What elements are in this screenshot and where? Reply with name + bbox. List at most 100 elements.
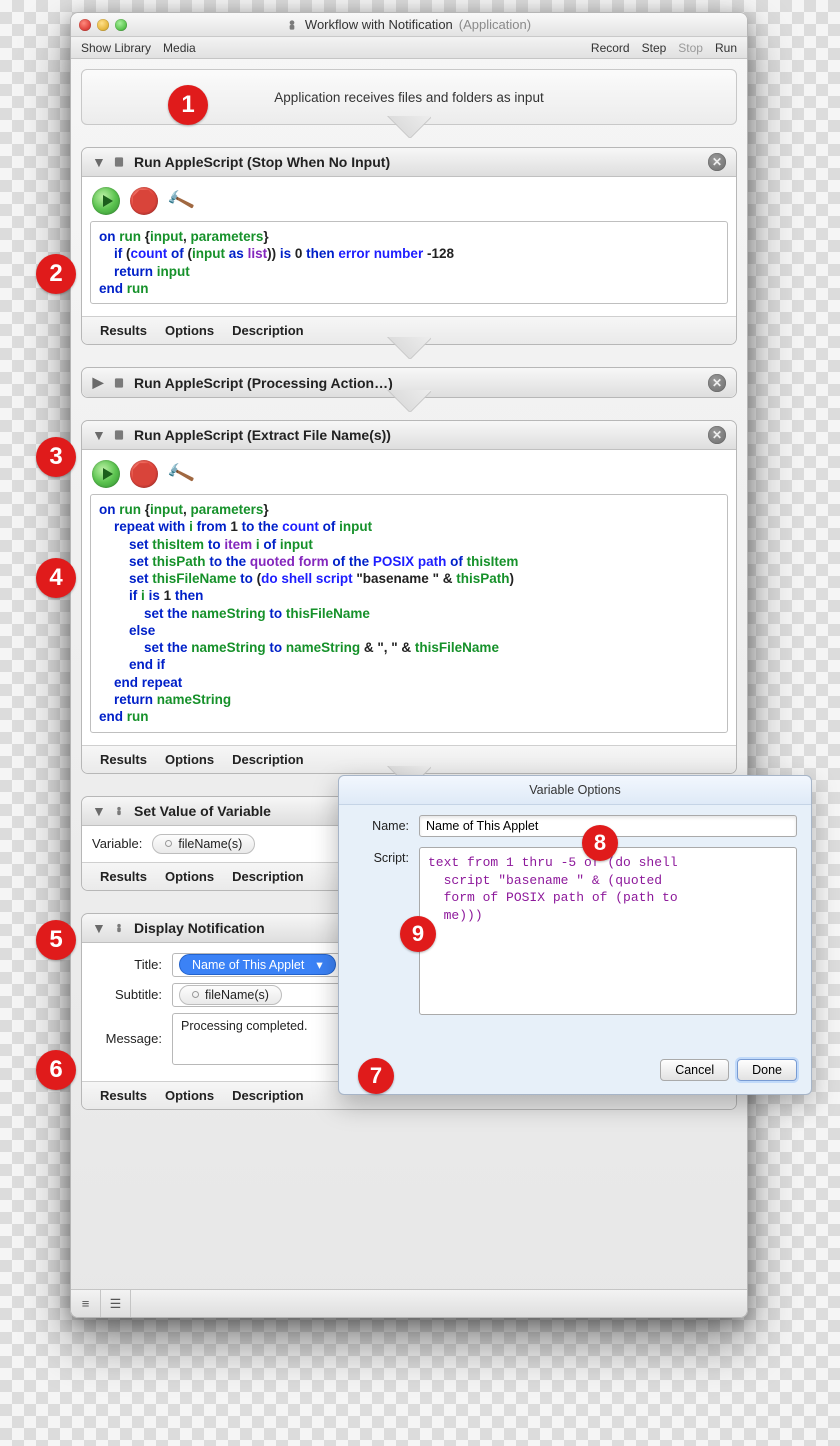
action-body: 🔨 on run {input, parameters} if (count o… (82, 177, 736, 316)
bottom-bar: ≡ ☰ (71, 1289, 747, 1317)
remove-action-button[interactable]: ✕ (708, 153, 726, 171)
tab-options[interactable]: Options (165, 869, 214, 884)
workflow-area: Application receives files and folders a… (71, 59, 747, 1289)
tab-description[interactable]: Description (232, 1088, 304, 1103)
automator-window: Workflow with Notification (Application)… (70, 12, 748, 1318)
log-view-button[interactable]: ≡ (71, 1290, 101, 1317)
connector-nub (387, 116, 431, 138)
applescript-icon (112, 155, 126, 169)
zoom-window-button[interactable] (115, 19, 127, 31)
workflow-input-text: Application receives files and folders a… (274, 90, 543, 105)
action-title: Run AppleScript (Stop When No Input) (134, 154, 390, 170)
title-label: Title: (92, 957, 162, 972)
titlebar: Workflow with Notification (Application) (71, 13, 747, 37)
tab-results[interactable]: Results (100, 1088, 147, 1103)
title-variable-value: Name of This Applet (192, 958, 304, 972)
callout-5: 5 (36, 920, 76, 960)
disclosure-triangle-icon[interactable]: ▼ (92, 920, 104, 936)
tab-description[interactable]: Description (232, 323, 304, 338)
applescript-icon (112, 428, 126, 442)
disclosure-triangle-icon[interactable]: ▶ (92, 374, 104, 391)
action-title: Run AppleScript (Extract File Name(s)) (134, 427, 391, 443)
run-button[interactable]: Run (715, 41, 737, 55)
window-title: Workflow with Notification (Application) (135, 17, 681, 32)
variable-chip[interactable]: fileName(s) (152, 834, 255, 854)
callout-4: 4 (36, 558, 76, 598)
disclosure-triangle-icon[interactable]: ▼ (92, 427, 104, 443)
minimize-window-button[interactable] (97, 19, 109, 31)
message-label: Message: (92, 1031, 162, 1046)
cancel-button[interactable]: Cancel (660, 1059, 729, 1081)
action-run-applescript-2: ▶ Run AppleScript (Processing Action…) ✕ (81, 367, 737, 398)
action-title: Display Notification (134, 920, 265, 936)
callout-9: 9 (400, 916, 436, 952)
automator-action-icon (112, 921, 126, 935)
applescript-editor[interactable]: on run {input, parameters} if (count of … (90, 221, 728, 304)
message-value: Processing completed. (181, 1019, 307, 1033)
disclosure-triangle-icon[interactable]: ▼ (92, 803, 104, 819)
media-button[interactable]: Media (163, 41, 196, 55)
step-button[interactable]: Step (642, 41, 667, 55)
tab-description[interactable]: Description (232, 869, 304, 884)
run-script-button[interactable] (92, 460, 120, 488)
title-variable-chip[interactable]: Name of This Applet (179, 954, 336, 975)
tab-results[interactable]: Results (100, 752, 147, 767)
tab-options[interactable]: Options (165, 323, 214, 338)
popover-buttons: Cancel Done (660, 1059, 797, 1081)
action-title: Set Value of Variable (134, 803, 271, 819)
disclosure-triangle-icon[interactable]: ▼ (92, 154, 104, 170)
applescript-editor[interactable]: on run {input, parameters} repeat with i… (90, 494, 728, 732)
tab-results[interactable]: Results (100, 869, 147, 884)
callout-1: 1 (168, 85, 208, 125)
action-run-applescript-1: ▼ Run AppleScript (Stop When No Input) ✕… (81, 147, 737, 345)
remove-action-button[interactable]: ✕ (708, 374, 726, 392)
stop-script-button[interactable] (130, 187, 158, 215)
record-button[interactable]: Record (591, 41, 630, 55)
done-button[interactable]: Done (737, 1059, 797, 1081)
callout-2: 2 (36, 254, 76, 294)
callout-7: 7 (358, 1058, 394, 1094)
window-type: (Application) (459, 17, 531, 32)
compile-hammer-icon[interactable]: 🔨 (164, 185, 196, 217)
automator-app-icon (285, 18, 299, 32)
variable-label: Variable: (92, 836, 142, 851)
subtitle-variable-value: fileName(s) (205, 988, 269, 1002)
window-title-text: Workflow with Notification (305, 17, 453, 32)
traffic-lights (79, 19, 127, 31)
tab-options[interactable]: Options (165, 752, 214, 767)
applescript-icon (112, 376, 126, 390)
callout-6: 6 (36, 1050, 76, 1090)
run-script-button[interactable] (92, 187, 120, 215)
action-body: 🔨 on run {input, parameters} repeat with… (82, 450, 736, 744)
script-toolbar: 🔨 (90, 185, 728, 221)
script-label: Script: (353, 847, 409, 865)
action-header[interactable]: ▼ Run AppleScript (Stop When No Input) ✕ (82, 148, 736, 177)
subtitle-label: Subtitle: (92, 987, 162, 1002)
show-library-button[interactable]: Show Library (81, 41, 151, 55)
automator-action-icon (112, 804, 126, 818)
action-header[interactable]: ▼ Run AppleScript (Extract File Name(s))… (82, 421, 736, 450)
tab-description[interactable]: Description (232, 752, 304, 767)
stop-script-button[interactable] (130, 460, 158, 488)
action-title: Run AppleScript (Processing Action…) (134, 375, 393, 391)
tab-options[interactable]: Options (165, 1088, 214, 1103)
connector-nub (387, 390, 431, 412)
name-label: Name: (353, 815, 409, 833)
compile-hammer-icon[interactable]: 🔨 (164, 458, 196, 490)
variables-view-button[interactable]: ☰ (101, 1290, 131, 1317)
variable-value: fileName(s) (178, 837, 242, 851)
script-textarea[interactable]: text from 1 thru -5 of (do shell script … (419, 847, 797, 1015)
stop-button[interactable]: Stop (678, 41, 703, 55)
popover-title: Variable Options (339, 776, 811, 805)
close-window-button[interactable] (79, 19, 91, 31)
callout-3: 3 (36, 437, 76, 477)
remove-action-button[interactable]: ✕ (708, 426, 726, 444)
callout-8: 8 (582, 825, 618, 861)
name-row: Name: (353, 815, 797, 837)
action-run-applescript-3: ▼ Run AppleScript (Extract File Name(s))… (81, 420, 737, 773)
toolbar: Show Library Media Record Step Stop Run (71, 37, 747, 59)
tab-results[interactable]: Results (100, 323, 147, 338)
subtitle-variable-chip[interactable]: fileName(s) (179, 985, 282, 1005)
connector-nub (387, 337, 431, 359)
script-toolbar: 🔨 (90, 458, 728, 494)
